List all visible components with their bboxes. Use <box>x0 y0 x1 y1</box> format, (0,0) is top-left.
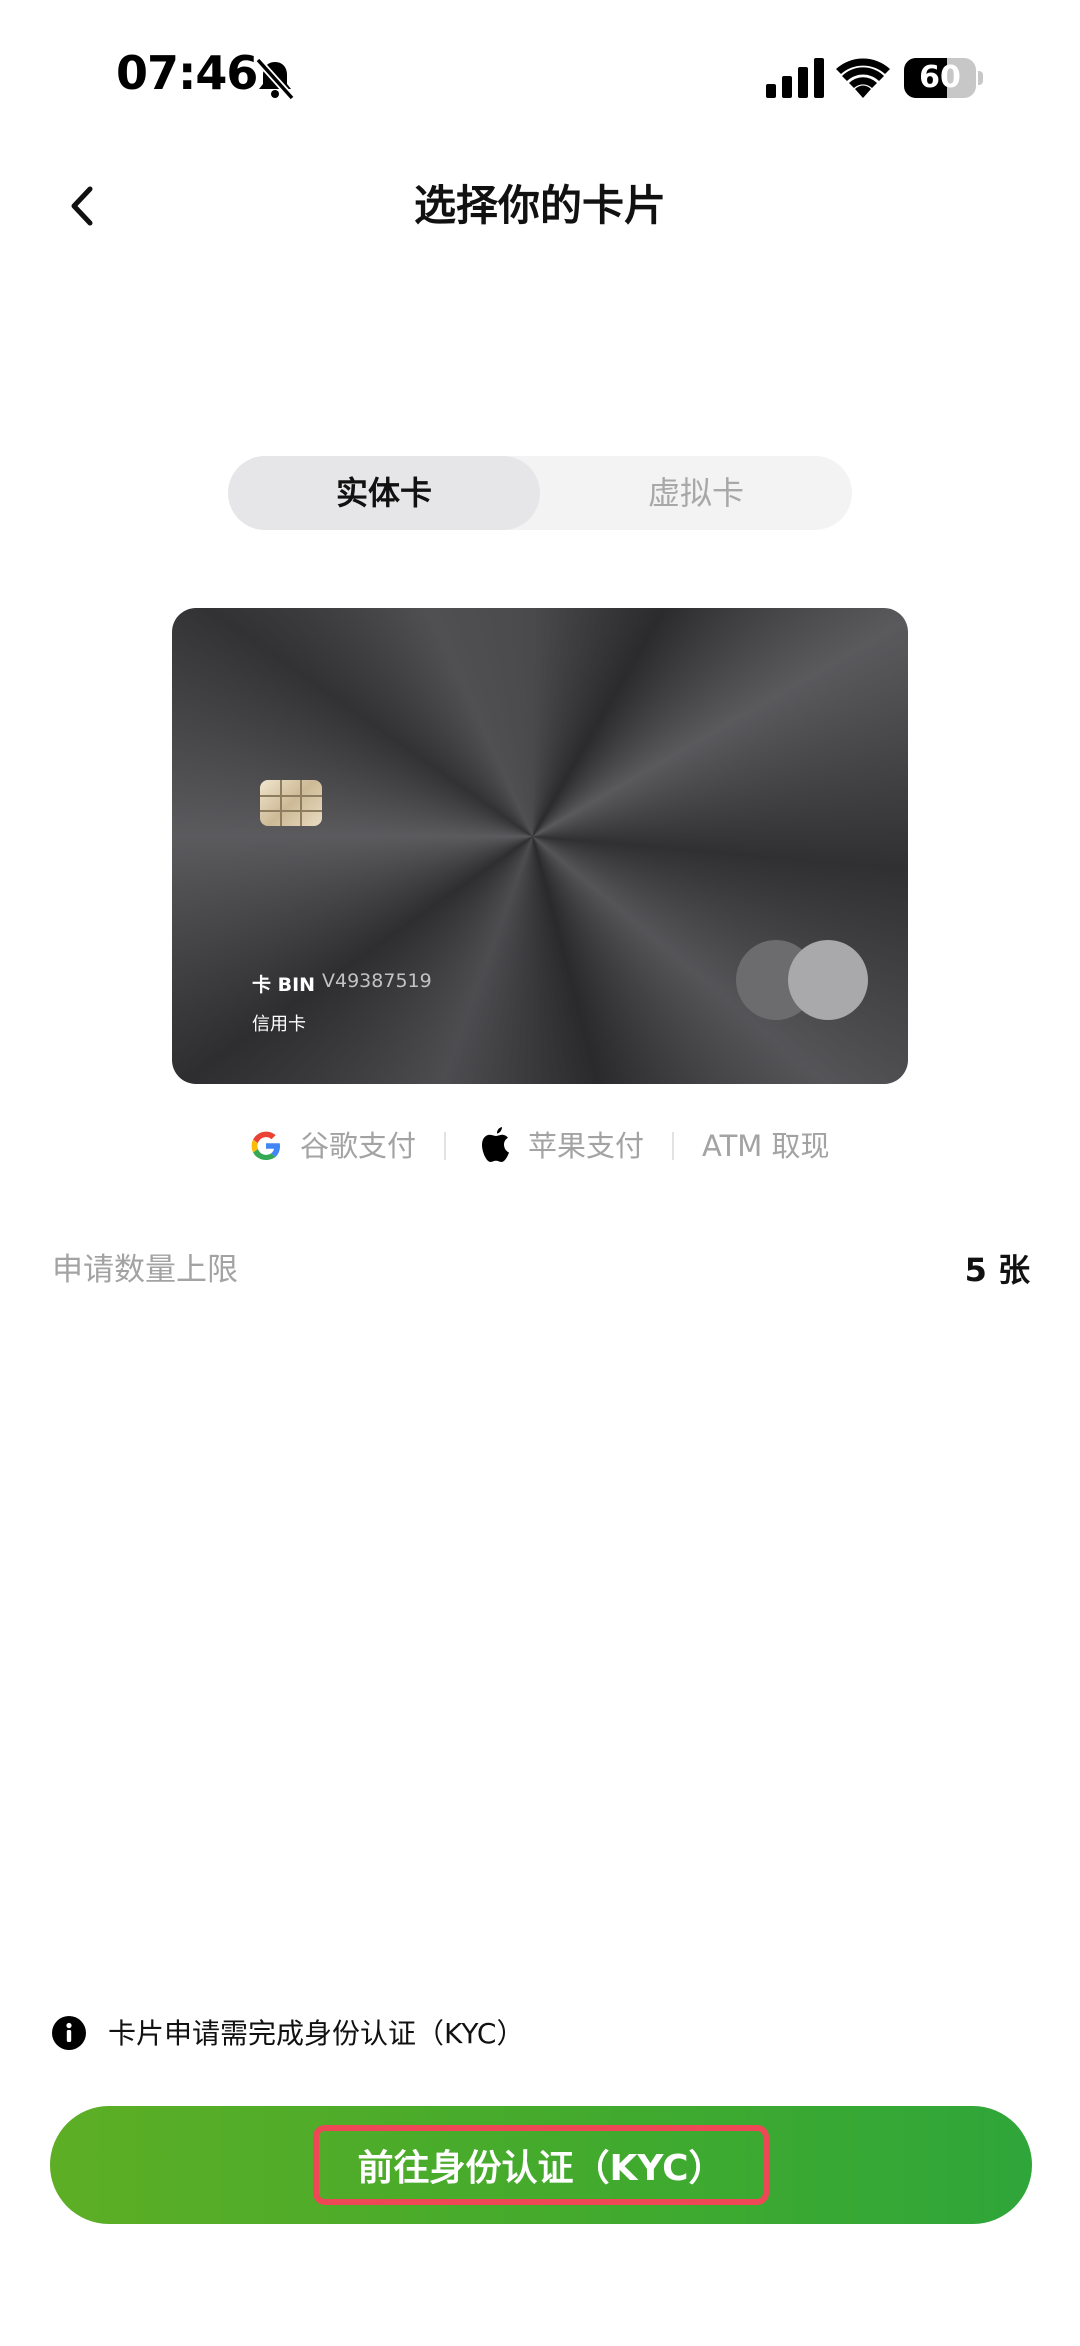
chip-icon <box>260 780 322 826</box>
kyc-notice-text: 卡片申请需完成身份认证（KYC） <box>108 2017 525 2050</box>
divider <box>672 1132 674 1160</box>
apple-icon <box>482 1127 509 1162</box>
card-type-tabs: 实体卡 虚拟卡 <box>228 456 852 530</box>
go-to-kyc-button[interactable]: 前往身份认证（KYC） <box>50 2106 1032 2224</box>
info-icon <box>52 2016 86 2050</box>
signal-icon <box>766 58 824 98</box>
battery-indicator: 60 <box>904 58 983 98</box>
card-network-logo-icon <box>736 940 868 1020</box>
tab-physical-card[interactable]: 实体卡 <box>228 456 540 530</box>
card-bin-value: V49387519 <box>322 970 432 992</box>
apply-limit-label: 申请数量上限 <box>52 1252 238 1288</box>
page-title: 选择你的卡片 <box>413 181 666 230</box>
card-bin-label: 卡 BIN <box>252 974 316 996</box>
bell-off-icon <box>255 57 295 101</box>
card-preview: 卡 BIN V49387519 信用卡 <box>172 608 908 1084</box>
battery-nub <box>978 71 983 85</box>
apple-pay-label: 苹果支付 <box>528 1129 645 1163</box>
battery-level-text: 60 <box>919 60 961 95</box>
tab-virtual-card[interactable]: 虚拟卡 <box>540 456 852 530</box>
atm-withdrawal-label: ATM 取现 <box>702 1129 830 1163</box>
apply-limit-value: 5 张 <box>964 1251 1030 1289</box>
kyc-button-label: 前往身份认证（KYC） <box>313 2125 769 2205</box>
card-type-label: 信用卡 <box>252 1014 306 1035</box>
wifi-icon <box>836 58 890 98</box>
google-pay-label: 谷歌支付 <box>300 1129 417 1163</box>
battery-body: 60 <box>904 58 976 98</box>
payment-methods-row: 谷歌支付 苹果支付 ATM 取现 <box>0 1126 1080 1166</box>
google-icon <box>251 1131 280 1160</box>
status-bar: 07:46 60 <box>0 40 1080 120</box>
divider <box>444 1132 446 1160</box>
status-time: 07:46 <box>116 46 258 100</box>
